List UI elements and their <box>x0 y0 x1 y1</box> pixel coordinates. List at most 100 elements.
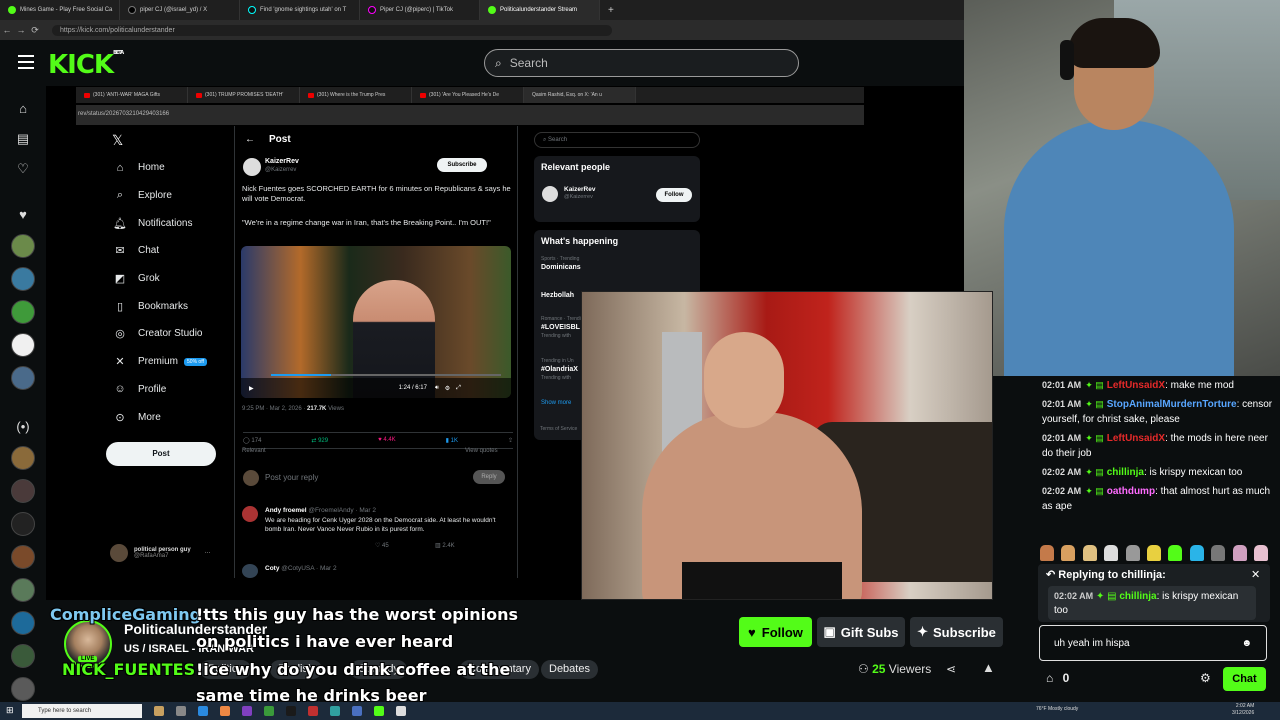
x-nav-notifications: 🔔︎ Notifications <box>113 217 193 230</box>
emote-icon[interactable] <box>1232 545 1247 561</box>
points-icon[interactable]: ⌂ <box>1046 671 1057 685</box>
volume-icon: 🔊︎ <box>434 384 439 391</box>
emote-bar <box>1040 542 1268 564</box>
author-name: KaizerRev <box>265 158 299 165</box>
captured-tab: (301) 'ANTI-WAR' MAGA Gifts <box>76 87 188 103</box>
followed-channel-avatar[interactable] <box>11 333 35 357</box>
follow-button[interactable]: ♥ Follow <box>739 617 812 647</box>
author-avatar <box>243 158 261 176</box>
emote-icon[interactable] <box>1211 545 1226 561</box>
browser-tab[interactable]: Mines Game - Play Free Social Ca <box>0 0 120 20</box>
taskbar-app-icon[interactable] <box>198 706 208 716</box>
x-account: political person guy @RafaAma7 ··· <box>110 544 211 562</box>
taskbar-search-input[interactable]: Type here to search <box>22 704 142 718</box>
live-channel-avatar[interactable] <box>11 512 35 536</box>
emote-icon[interactable] <box>1104 545 1119 561</box>
followed-channel-avatar[interactable] <box>11 234 35 258</box>
emote-icon[interactable] <box>1146 545 1161 561</box>
avatar <box>542 186 558 202</box>
grok-icon: ◩ <box>114 273 126 286</box>
forward-icon[interactable]: → <box>14 25 28 35</box>
browser-tab[interactable]: Find 'gnome sightings utah' on T <box>240 0 360 20</box>
live-channel-avatar[interactable] <box>11 446 35 470</box>
tiktok-favicon-icon <box>248 6 256 14</box>
bell-icon: 🔔︎ <box>113 217 127 230</box>
gift-subs-button[interactable]: ▣ Gift Subs <box>817 617 905 647</box>
url-input[interactable]: https://kick.com/politicalunderstander <box>52 24 612 36</box>
star-icon: ✦ <box>917 624 929 639</box>
emote-icon[interactable] <box>1168 545 1183 561</box>
more-icon: ⊙ <box>115 411 125 424</box>
menu-icon[interactable] <box>18 55 34 69</box>
following-heart-icon: ♥ <box>19 207 27 222</box>
taskbar-clock[interactable]: 2:02 AM 3/12/2026 <box>1232 703 1254 717</box>
taskbar-app-icon[interactable] <box>374 706 384 716</box>
reload-icon[interactable]: ⟳ <box>28 25 42 36</box>
taskbar-weather[interactable]: 76°F Mostly cloudy <box>1036 706 1078 712</box>
post-text: Nick Fuentes goes SCORCHED EARTH for 6 m… <box>242 184 511 203</box>
back-icon[interactable]: ← <box>0 25 14 35</box>
taskbar-app-icon[interactable] <box>242 706 252 716</box>
browser-tab-active[interactable]: Politicalunderstander Stream <box>480 0 600 20</box>
taskbar-app-icon[interactable] <box>308 706 318 716</box>
taskbar-app-icon[interactable] <box>264 706 274 716</box>
subscribe-button[interactable]: ✦ Subscribe <box>910 617 1003 647</box>
live-channel-avatar[interactable] <box>11 479 35 503</box>
x-nav-creator-studio: ◎ Creator Studio <box>106 320 226 348</box>
taskbar-app-icon[interactable] <box>352 706 362 716</box>
tag-debates[interactable]: Debates <box>541 660 598 679</box>
gift-icon: ▣ <box>823 624 836 639</box>
x-nav-profile: ☺ Profile <box>106 376 226 404</box>
reply-arrow-icon: ↶ <box>1046 569 1059 581</box>
live-channel-avatar[interactable] <box>11 611 35 635</box>
emote-icon[interactable] <box>1253 545 1268 561</box>
browser-tab[interactable]: piper CJ (@israel_yd) / X <box>120 0 240 20</box>
taskbar-app-icon[interactable] <box>154 706 164 716</box>
kick-logo[interactable]: KICKBETA <box>48 50 124 80</box>
x-favicon-icon <box>128 6 136 14</box>
emote-icon[interactable] <box>1125 545 1140 561</box>
live-channel-avatar[interactable] <box>11 578 35 602</box>
browser-tab[interactable]: Piper CJ (@piperc) | TikTok <box>360 0 480 20</box>
live-channel-avatar[interactable] <box>11 677 35 701</box>
kick-favicon-icon <box>488 6 496 14</box>
search-input[interactable]: ⌕ Search <box>484 49 799 77</box>
chat-input-value: uh yeah im hispa <box>1054 637 1130 649</box>
report-icon[interactable]: ▲ <box>982 660 995 675</box>
new-tab-button[interactable]: + <box>608 5 614 16</box>
viewer-count: ⚇ 25 Viewers <box>858 662 932 676</box>
home-icon[interactable]: ⌂ <box>14 100 32 118</box>
browse-icon[interactable]: ▤ <box>14 130 32 148</box>
x-search-input: ⌕ Search <box>534 132 700 148</box>
taskbar-app-icon[interactable] <box>396 706 406 716</box>
emote-icon[interactable] <box>1061 545 1076 561</box>
taskbar-app-icon[interactable] <box>330 706 340 716</box>
taskbar-app-icon[interactable] <box>286 706 296 716</box>
show-more-link: Show more <box>541 400 572 406</box>
live-channel-avatar[interactable] <box>11 545 35 569</box>
emote-icon[interactable] <box>1040 545 1054 561</box>
chat-message: 02:02 AM ✦ ▤ chillinja: is krispy mexican … <box>1042 467 1243 478</box>
share-icon[interactable]: ⋖ <box>946 662 956 676</box>
following-icon[interactable]: ♡ <box>14 160 32 178</box>
windows-start-icon[interactable]: ⊞ <box>6 705 14 716</box>
chat-message: 02:02 AM ✦ ▤ oathdump: that almost hurt as… <box>1042 486 1271 512</box>
send-chat-button[interactable]: Chat <box>1223 667 1266 691</box>
comment-views: ▥ 2.4K <box>435 543 455 549</box>
comment-author: Coty @CotyUSA · Mar 2 <box>265 565 337 572</box>
relevant-filter: Relevant <box>242 448 266 454</box>
taskbar-app-icon[interactable] <box>220 706 230 716</box>
chat-input[interactable]: uh yeah im hispa ☻ <box>1039 625 1267 661</box>
followed-channel-avatar[interactable] <box>11 300 35 324</box>
person-icon: ☺ <box>114 383 126 396</box>
emoji-icon[interactable]: ☻ <box>1241 638 1252 649</box>
followed-channel-avatar[interactable] <box>11 366 35 390</box>
emote-icon[interactable] <box>1082 545 1097 561</box>
close-icon[interactable]: ✕ <box>1251 568 1260 581</box>
chat-settings-icon[interactable]: ⚙ <box>1200 671 1211 685</box>
taskbar-app-icon[interactable] <box>176 706 186 716</box>
search-icon: ⌕ <box>495 55 502 70</box>
followed-channel-avatar[interactable] <box>11 267 35 291</box>
emote-icon[interactable] <box>1189 545 1204 561</box>
live-channel-avatar[interactable] <box>11 644 35 668</box>
